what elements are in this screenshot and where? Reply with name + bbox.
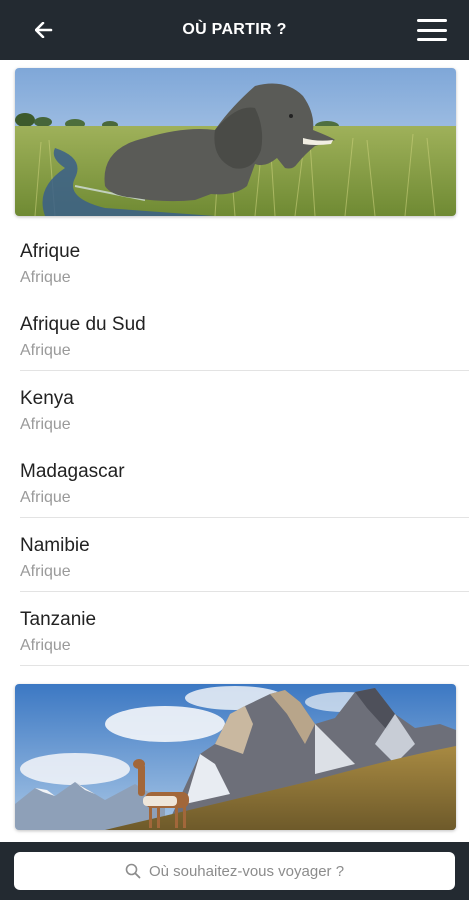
search-placeholder: Où souhaitez-vous voyager ? xyxy=(148,862,345,880)
destination-name: Tanzanie xyxy=(20,609,97,630)
banner-africa[interactable] xyxy=(15,68,456,216)
list-item[interactable]: Tanzanie Afrique xyxy=(20,592,469,666)
destination-name: Afrique du Sud xyxy=(20,314,146,335)
list-item[interactable]: Afrique du Sud Afrique xyxy=(20,297,469,371)
destination-name: Kenya xyxy=(20,388,74,409)
top-app-bar: OÙ PARTIR ? xyxy=(0,0,469,60)
hamburger-menu-icon-bar xyxy=(417,38,447,41)
search-icon xyxy=(125,863,141,879)
destination-name: Afrique xyxy=(20,241,81,262)
banner-south-america[interactable] xyxy=(15,684,456,830)
bottom-search-bar: Où souhaitez-vous voyager ? xyxy=(0,842,469,900)
menu-button[interactable] xyxy=(417,16,447,44)
elephant-savanna-image xyxy=(15,68,456,216)
destination-region: Afrique xyxy=(20,563,71,580)
list-item[interactable]: Kenya Afrique xyxy=(20,371,469,444)
destination-name: Madagascar xyxy=(20,461,125,482)
app-screen: OÙ PARTIR ? Afrique Afrique Afrique du S… xyxy=(0,0,469,900)
destination-list: Afrique Afrique Afrique du Sud Afrique K… xyxy=(0,224,469,666)
search-input[interactable]: Où souhaitez-vous voyager ? xyxy=(14,852,455,890)
destination-region: Afrique xyxy=(20,416,71,433)
destination-region: Afrique xyxy=(20,269,71,286)
page-title: OÙ PARTIR ? xyxy=(182,21,287,38)
hamburger-menu-icon-bar xyxy=(417,28,447,32)
destination-region: Afrique xyxy=(20,489,71,506)
list-item[interactable]: Afrique Afrique xyxy=(20,224,469,297)
patagonia-guanaco-mountains-image xyxy=(15,684,456,830)
destination-region: Afrique xyxy=(20,342,71,359)
list-item[interactable]: Namibie Afrique xyxy=(20,518,469,592)
list-item[interactable]: Madagascar Afrique xyxy=(20,444,469,518)
hamburger-menu-icon xyxy=(417,19,447,22)
destination-name: Namibie xyxy=(20,535,90,556)
destination-region: Afrique xyxy=(20,637,71,654)
